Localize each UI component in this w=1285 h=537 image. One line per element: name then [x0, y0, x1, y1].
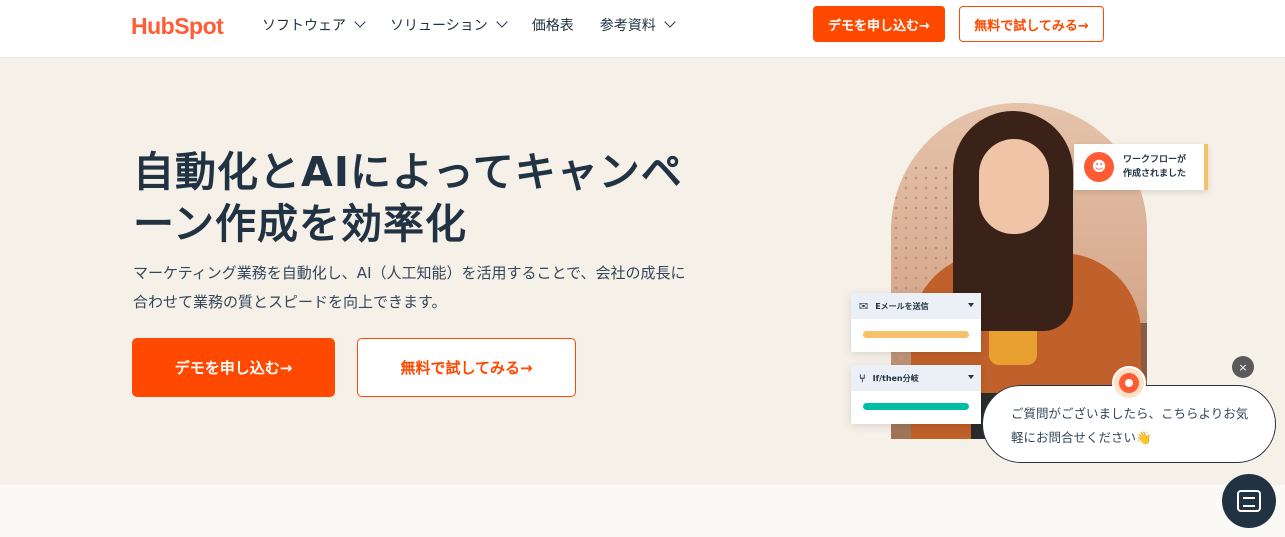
chevron-down-icon [354, 16, 366, 28]
dropdown-caret-icon [968, 375, 974, 379]
header-free-trial-button[interactable]: 無料で試してみる→ [959, 6, 1104, 42]
nav-solutions[interactable]: ソリューション [390, 15, 508, 35]
nav-pricing-label: 価格表 [531, 18, 574, 34]
email-step-card: ✉ Eメールを送信 [851, 293, 981, 352]
email-step-header: ✉ Eメールを送信 [851, 293, 981, 319]
dropdown-caret-icon [968, 303, 974, 307]
robot-icon [1119, 373, 1139, 393]
workflow-badge-line1: ワークフローが [1123, 155, 1187, 165]
hero-demo-button[interactable]: デモを申し込む→ [132, 338, 335, 397]
branch-icon: ⑂ [859, 371, 866, 385]
workflow-avatar-icon: ☻ [1084, 152, 1114, 182]
chevron-down-icon [496, 16, 508, 28]
branch-step-label: If/then分岐 [872, 373, 919, 383]
chat-close-button[interactable]: × [1232, 356, 1254, 378]
next-section [0, 485, 1285, 537]
chat-bot-avatar [1112, 366, 1146, 400]
branch-step-card: ⑂ If/then分岐 [851, 365, 981, 424]
nav-pricing[interactable]: 価格表 [532, 15, 574, 35]
branch-step-header: ⑂ If/then分岐 [851, 365, 981, 391]
logo-text: HubSpot [131, 12, 224, 39]
hero-title: 自動化とAIによってキャンペーン作成を効率化 [133, 148, 683, 248]
nav-software[interactable]: ソフトウェア [262, 15, 366, 35]
workflow-badge-line2: 作成されました [1123, 169, 1187, 179]
workflow-badge-text: ワークフローが 作成されました [1123, 153, 1186, 181]
header-demo-button[interactable]: デモを申し込む→ [813, 6, 945, 42]
workflow-created-badge: ☻ ワークフローが 作成されました [1074, 144, 1208, 190]
hero-subtitle: マーケティング業務を自動化し、AI（人工知能）を活用することで、会社の成長に合わ… [133, 264, 686, 311]
mail-icon: ✉ [859, 299, 869, 313]
chevron-down-icon [664, 16, 676, 28]
nav-resources-label: 参考資料 [599, 18, 656, 34]
nav-solutions-label: ソリューション [390, 18, 488, 34]
hero-free-trial-button[interactable]: 無料で試してみる→ [357, 338, 576, 397]
main-nav: ソフトウェア ソリューション 価格表 参考資料 [262, 0, 700, 50]
site-header: HubSpot ソフトウェア ソリューション 価格表 参考資料 デモを申し込む→… [0, 0, 1285, 58]
nav-software-label: ソフトウェア [262, 18, 346, 34]
chat-icon [1237, 490, 1261, 512]
nav-resources[interactable]: 参考資料 [599, 15, 676, 35]
branch-step-bar [863, 403, 969, 410]
email-step-bar [863, 331, 969, 338]
email-step-label: Eメールを送信 [875, 301, 929, 311]
chat-launcher-button[interactable] [1222, 474, 1276, 528]
hubspot-logo[interactable]: HubSpot [131, 11, 224, 41]
